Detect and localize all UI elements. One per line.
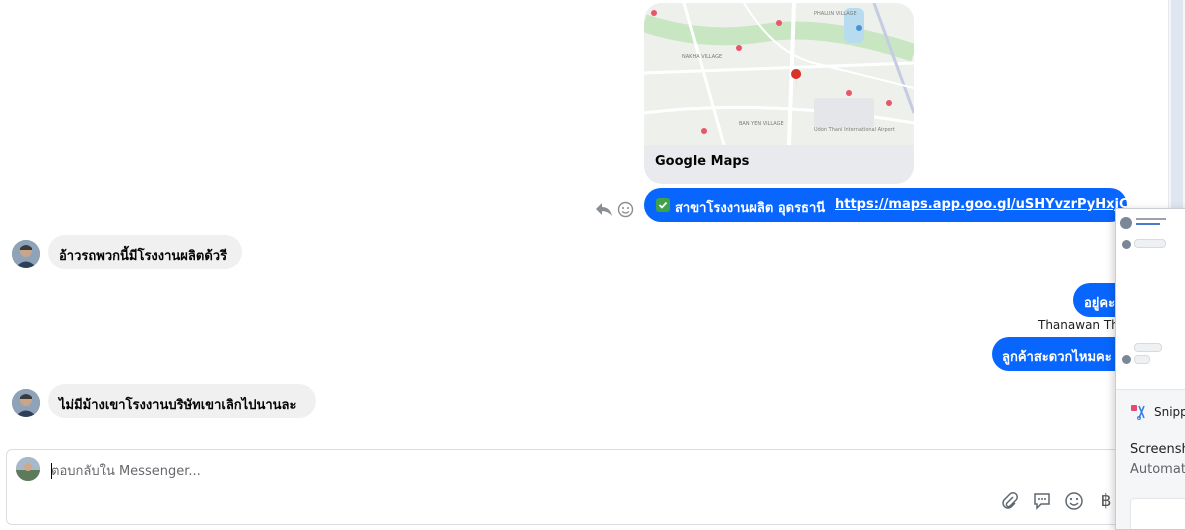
message-text: ไม่มีม้างเขาโรงงานบริษัทเขาเลิกไปนานละ <box>59 398 297 413</box>
snip-line1: Screensh <box>1130 442 1185 457</box>
message-text: ลูกค้าสะดวกไหมคะ <box>1002 350 1112 365</box>
check-icon <box>656 198 670 212</box>
composer-avatar <box>16 457 40 481</box>
message-text: อยู่คะ <box>1084 296 1116 311</box>
location-link[interactable]: https://maps.app.goo.gl/uSHYvzrPyHxjCzer… <box>835 197 1160 212</box>
reply-composer[interactable]: ฿ <box>6 449 1170 525</box>
mini-avatar <box>1120 217 1132 229</box>
map-preview-card[interactable]: PHALUN VILLAGE NAKHA VILLAGE Udon Thani … <box>644 3 914 184</box>
text-caret <box>51 463 52 479</box>
snip-action-box[interactable] <box>1130 498 1185 529</box>
chat-icon[interactable] <box>1032 491 1052 511</box>
svg-text:Udon Thani International Airpo: Udon Thani International Airport <box>814 127 895 133</box>
message-incoming[interactable]: อ้าวรถพวกนี้มีโรงงานผลิตด้วรี <box>48 235 242 269</box>
message-text: อ้าวรถพวกนี้มีโรงงานผลิตด้วรี <box>59 249 228 264</box>
snip-line2: Automat <box>1130 462 1185 477</box>
emoji-icon[interactable] <box>1064 491 1084 511</box>
location-text: สาขาโรงงานผลิต อุดรธานี <box>675 201 826 216</box>
avatar[interactable] <box>12 389 40 417</box>
sender-label: Thanawan Tho <box>1038 318 1127 332</box>
emoji-react-icon[interactable] <box>617 201 634 218</box>
mini-bubble <box>1134 355 1150 364</box>
snip-info: Snipp Screensh Automat <box>1116 390 1185 529</box>
map-image: PHALUN VILLAGE NAKHA VILLAGE Udon Thani … <box>644 3 914 145</box>
message-incoming[interactable]: ไม่มีม้างเขาโรงงานบริษัทเขาเลิกไปนานละ <box>48 384 316 418</box>
snipping-tool-notification[interactable]: Snipp Screensh Automat <box>1115 208 1185 530</box>
snip-title: Snipp <box>1154 405 1185 419</box>
attach-icon[interactable] <box>1000 491 1020 511</box>
svg-text:BAN YEN VILLAGE: BAN YEN VILLAGE <box>739 121 784 127</box>
reply-icon[interactable] <box>595 201 613 217</box>
message-outgoing-location[interactable]: สาขาโรงงานผลิต อุดรธานี https://maps.app… <box>644 188 1160 222</box>
mini-text <box>1136 223 1160 225</box>
avatar[interactable] <box>12 240 40 268</box>
map-caption: Google Maps <box>655 154 750 169</box>
mini-avatar <box>1122 240 1131 249</box>
snip-thumbnail[interactable] <box>1116 209 1185 390</box>
snipping-tool-icon <box>1131 405 1145 420</box>
mini-text <box>1136 218 1166 220</box>
mini-avatar <box>1122 355 1131 364</box>
svg-text:NAKHA VILLAGE: NAKHA VILLAGE <box>682 54 722 60</box>
mini-bubble <box>1134 343 1162 352</box>
svg-text:PHALUN VILLAGE: PHALUN VILLAGE <box>814 11 857 17</box>
reply-input[interactable] <box>51 462 951 480</box>
baht-icon[interactable]: ฿ <box>1096 491 1116 511</box>
mini-bubble <box>1134 239 1166 248</box>
chat-area: PHALUN VILLAGE NAKHA VILLAGE Udon Thani … <box>0 0 1170 525</box>
